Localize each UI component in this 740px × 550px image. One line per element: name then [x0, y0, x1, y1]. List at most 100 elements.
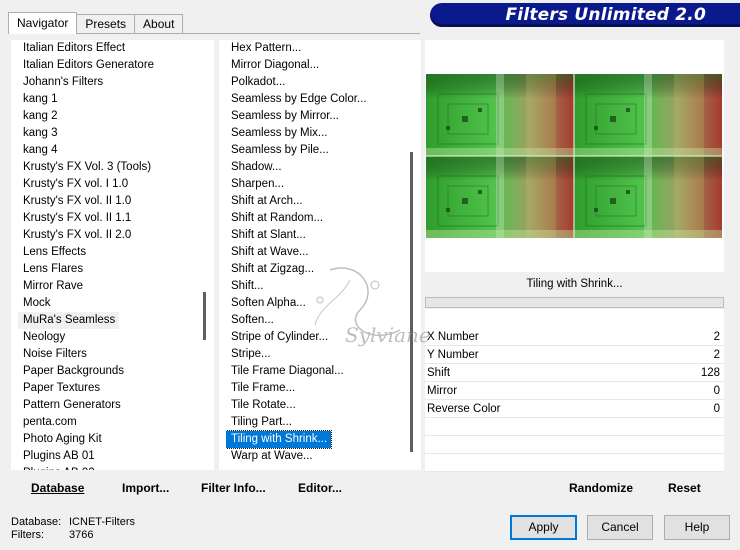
list-item[interactable]: Plugins AB 01: [18, 448, 95, 465]
list-item[interactable]: Photo Aging Kit: [18, 431, 102, 448]
list-item[interactable]: Tile Frame Diagonal...: [226, 363, 344, 380]
import-label: Import...: [122, 481, 170, 495]
parameter-panel: X Number 2 Y Number 2 Shift 128 Mirror 0…: [425, 309, 724, 472]
tab-about[interactable]: About: [134, 14, 184, 34]
list-item[interactable]: Krusty's FX vol. I 1.0: [18, 176, 128, 193]
list-item-label: kang 3: [23, 127, 58, 139]
list-item[interactable]: Sharpen...: [226, 176, 284, 193]
list-item[interactable]: Lens Flares: [18, 261, 83, 278]
list-item[interactable]: Tiling with Shrink...: [226, 430, 333, 449]
list-item-label: Mock: [23, 297, 51, 309]
filter-list[interactable]: Hex Pattern... Mirror Diagonal... Polkadot…: [226, 40, 403, 470]
apply-button[interactable]: Apply: [510, 515, 577, 540]
list-item[interactable]: Paper Textures: [18, 380, 100, 397]
list-item[interactable]: Soften...: [226, 312, 274, 329]
list-item[interactable]: kang 4: [18, 142, 58, 159]
list-item[interactable]: Seamless by Edge Color...: [226, 91, 367, 108]
list-item-label: kang 1: [23, 93, 58, 105]
param-label: Y Number: [427, 349, 479, 361]
list-item[interactable]: kang 1: [18, 91, 58, 108]
list-item[interactable]: Krusty's FX vol. II 1.0: [18, 193, 131, 210]
list-item-label: Shift...: [231, 280, 264, 292]
list-item[interactable]: Johann's Filters: [18, 74, 103, 91]
list-item[interactable]: Shift at Random...: [226, 210, 323, 227]
list-item[interactable]: Pattern Generators: [18, 397, 121, 414]
import-button[interactable]: Import...: [122, 480, 169, 496]
editor-button[interactable]: Editor...: [298, 480, 342, 496]
param-row-reverse-color[interactable]: Reverse Color 0: [425, 400, 724, 418]
param-label: X Number: [427, 331, 479, 343]
category-scrollbar[interactable]: [196, 40, 214, 470]
list-item[interactable]: Plugins AB 02: [18, 465, 95, 470]
category-scroll-thumb[interactable]: [203, 292, 206, 340]
list-item[interactable]: Stripe...: [226, 346, 271, 363]
list-item[interactable]: Shift at Arch...: [226, 193, 303, 210]
filter-scrollbar[interactable]: [403, 40, 421, 470]
reset-button[interactable]: Reset: [668, 480, 701, 496]
list-item[interactable]: Mock: [18, 295, 50, 312]
list-item[interactable]: Noise Filters: [18, 346, 87, 363]
list-item[interactable]: Warp at Wave...: [226, 448, 313, 465]
list-item[interactable]: Tile Frame...: [226, 380, 295, 397]
param-row-x-number[interactable]: X Number 2: [425, 328, 724, 346]
param-value[interactable]: 0: [714, 382, 720, 400]
list-item-label: Sharpen...: [231, 178, 285, 190]
list-item[interactable]: Krusty's FX Vol. 3 (Tools): [18, 159, 151, 176]
filter-scroll-thumb[interactable]: [410, 152, 413, 452]
tab-presets[interactable]: Presets: [76, 14, 136, 34]
param-label: Shift: [427, 367, 451, 379]
list-item[interactable]: kang 2: [18, 108, 58, 125]
status-database: Database: ICNET-Filters: [11, 516, 135, 528]
param-row-mirror[interactable]: Mirror 0: [425, 382, 724, 400]
list-item[interactable]: Shift at Zigzag...: [226, 261, 314, 278]
list-item-label: MuRa's Seamless: [18, 312, 120, 329]
list-item[interactable]: MuRa's Seamless: [18, 312, 120, 329]
randomize-button[interactable]: Randomize: [569, 480, 633, 496]
list-item[interactable]: Seamless by Pile...: [226, 142, 329, 159]
list-item[interactable]: Italian Editors Effect: [18, 40, 125, 57]
list-item[interactable]: Shift...: [226, 278, 264, 295]
list-item[interactable]: Neology: [18, 329, 65, 346]
cancel-button[interactable]: Cancel: [587, 515, 653, 540]
list-item[interactable]: Seamless by Mirror...: [226, 108, 339, 125]
status-filters-label: Filters:: [11, 529, 44, 541]
list-item[interactable]: Shift at Slant...: [226, 227, 306, 244]
list-item[interactable]: Lens Effects: [18, 244, 86, 261]
param-value[interactable]: 0: [714, 400, 720, 418]
list-item[interactable]: Paper Backgrounds: [18, 363, 124, 380]
list-item[interactable]: Hex Pattern...: [226, 40, 301, 57]
list-item[interactable]: Shadow...: [226, 159, 282, 176]
list-item[interactable]: kang 3: [18, 125, 58, 142]
list-item[interactable]: Soften Alpha...: [226, 295, 306, 312]
tab-navigator[interactable]: Navigator: [8, 12, 78, 34]
list-item[interactable]: Seamless by Mix...: [226, 125, 328, 142]
list-item[interactable]: Krusty's FX vol. II 1.1: [18, 210, 131, 227]
category-list[interactable]: Italian Editors Effect Italian Editors Ge…: [18, 40, 196, 470]
list-item[interactable]: Polkadot...: [226, 74, 285, 91]
param-row-y-number[interactable]: Y Number 2: [425, 346, 724, 364]
param-value[interactable]: 128: [701, 364, 720, 382]
app-title: Filters Unlimited 2.0: [505, 5, 706, 25]
filter-info-button[interactable]: Filter Info...: [201, 480, 266, 496]
help-button[interactable]: Help: [664, 515, 730, 540]
list-item[interactable]: penta.com: [18, 414, 77, 431]
list-item[interactable]: Mirror Rave: [18, 278, 83, 295]
list-item-label: Mirror Rave: [23, 280, 84, 292]
list-item[interactable]: Krusty's FX vol. II 2.0: [18, 227, 131, 244]
list-item[interactable]: Italian Editors Generatore: [18, 57, 154, 74]
list-item[interactable]: Shift at Wave...: [226, 244, 309, 261]
list-item-label: Krusty's FX vol. II 2.0: [23, 229, 132, 241]
list-item-label: Shift at Random...: [231, 212, 324, 224]
list-item[interactable]: Tile Rotate...: [226, 397, 296, 414]
list-item-label: Seamless by Pile...: [231, 144, 329, 156]
param-value[interactable]: 2: [714, 328, 720, 346]
database-button[interactable]: Database: [31, 480, 84, 496]
list-item-label: Tile Rotate...: [231, 399, 296, 411]
list-item[interactable]: Tiling Part...: [226, 414, 292, 431]
list-item-label: Plugins AB 01: [23, 450, 95, 462]
list-item[interactable]: Stripe of Cylinder...: [226, 329, 328, 346]
list-item[interactable]: Mirror Diagonal...: [226, 57, 319, 74]
list-item-label: Hex Pattern...: [231, 42, 302, 54]
param-row-shift[interactable]: Shift 128: [425, 364, 724, 382]
param-value[interactable]: 2: [714, 346, 720, 364]
